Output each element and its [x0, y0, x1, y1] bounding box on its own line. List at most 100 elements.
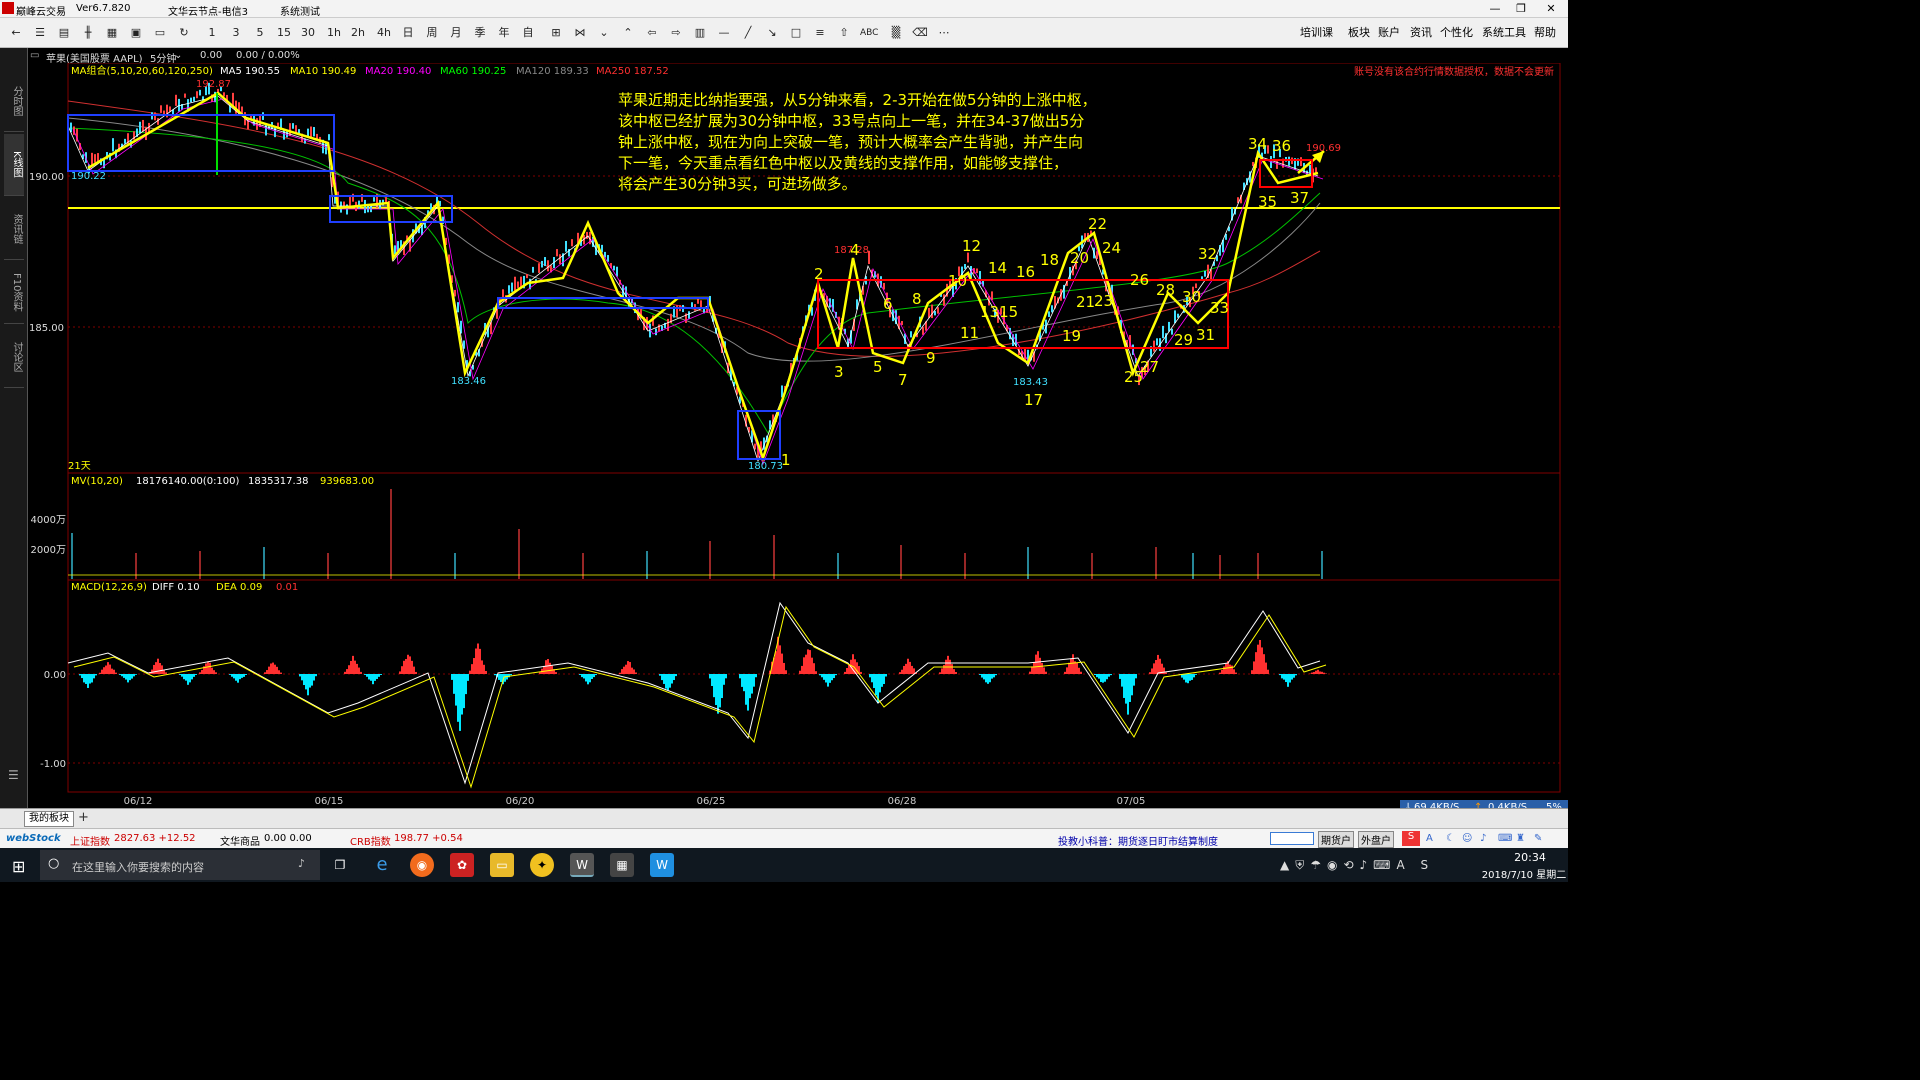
period-button-11[interactable]: 季 [472, 24, 488, 42]
kline-chart-area[interactable]: 190.00 185.00 4000万 2000万 0.00 -1.00 06/12 06/1… [28, 63, 1568, 808]
chart-icon[interactable]: ▤ [56, 24, 72, 42]
tab-discussion[interactable]: 讨论区 [4, 326, 24, 388]
period-button-12[interactable]: 年 [496, 24, 512, 42]
period-button-0[interactable]: 1 [204, 24, 220, 42]
crb-index-label[interactable]: CRB指数 [350, 833, 391, 848]
ma-group-label[interactable]: MA组合(5,10,20,60,120,250) [71, 64, 213, 77]
save-icon[interactable]: ▭ [152, 24, 168, 42]
moon-icon[interactable]: ☾ [1446, 833, 1455, 844]
menu-item-3[interactable]: 资讯 [1410, 24, 1432, 42]
ray-icon[interactable]: ↘ [764, 24, 780, 42]
period-button-5[interactable]: 1h [326, 24, 342, 42]
close-button[interactable]: ✕ [1540, 1, 1562, 16]
edge-icon[interactable]: e [370, 853, 394, 877]
menu-item-0[interactable]: 培训课 [1300, 24, 1333, 42]
period-button-13[interactable]: 自 [520, 24, 536, 42]
tab-f10[interactable]: F10资料 [4, 262, 24, 324]
search-input[interactable] [1270, 832, 1314, 845]
menu-item-4[interactable]: 个性化 [1440, 24, 1473, 42]
annotation-line-4: 将会产生30分钟3买，可进场做多。 [618, 175, 857, 193]
edu-tip[interactable]: 投教小科普：期货逐日盯市结算制度 [1058, 833, 1218, 848]
eraser-icon[interactable]: ⌫ [912, 24, 928, 42]
period-button-3[interactable]: 15 [276, 24, 292, 42]
calculator-icon[interactable]: ▦ [610, 853, 634, 877]
tab-kline[interactable]: K线图 [4, 134, 24, 196]
overseas-account-button[interactable]: 外盘户 [1358, 831, 1394, 848]
prev-icon[interactable]: ⇦ [644, 24, 660, 42]
restore-button[interactable]: ❐ [1510, 1, 1532, 16]
arrow-up-icon[interactable]: ⇧ [836, 24, 852, 42]
menu-item-6[interactable]: 帮助 [1534, 24, 1556, 42]
minimize-button[interactable]: — [1484, 1, 1506, 16]
app-yellow-icon[interactable]: ✦ [530, 853, 554, 877]
tab-news-chain[interactable]: 资讯链 [4, 198, 24, 260]
refresh-icon[interactable]: ↻ [176, 24, 192, 42]
menu-item-1[interactable]: 板块 [1348, 24, 1370, 42]
tab-timeshare[interactable]: 分时图 [4, 70, 24, 132]
tab-my-sector[interactable]: 我的板块 [24, 811, 74, 827]
rect-icon[interactable]: □ [788, 24, 804, 42]
period-button-6[interactable]: 2h [350, 24, 366, 42]
grid-icon[interactable]: ▦ [104, 24, 120, 42]
period-button-7[interactable]: 4h [376, 24, 392, 42]
browser-icon[interactable]: ◉ [410, 853, 434, 877]
candle [1162, 325, 1164, 339]
trend-line-icon[interactable]: ╱ [740, 24, 756, 42]
tools-icon[interactable]: ✎ [1534, 833, 1542, 844]
volume-legend[interactable]: MV(10,20) [71, 476, 123, 487]
book-icon[interactable]: ▥ [692, 24, 708, 42]
tag-icon: ▭ [30, 50, 40, 61]
tray-icons[interactable]: ▲⛨☂◉⟲♪⌨A S [1280, 858, 1434, 873]
mic-icon[interactable]: ♪ [298, 857, 305, 870]
app-blue-icon[interactable]: W [650, 853, 674, 877]
next-icon[interactable]: ⇨ [668, 24, 684, 42]
period-button-9[interactable]: 周 [424, 24, 440, 42]
period-button-10[interactable]: 月 [448, 24, 464, 42]
taskbar-search-box[interactable]: ○ 在这里输入你要搜索的内容 ♪ [40, 850, 320, 880]
futures-account-button[interactable]: 期货户 [1318, 831, 1354, 848]
period-button-4[interactable]: 30 [300, 24, 316, 42]
emoji-icon[interactable]: ☺ [1462, 833, 1472, 844]
task-view-icon[interactable]: ❐ [328, 853, 352, 877]
kline-icon[interactable]: ╫ [80, 24, 96, 42]
period-button-1[interactable]: 3 [228, 24, 244, 42]
sogou-ime-icon[interactable]: S [1402, 831, 1420, 846]
fill-icon[interactable]: ▒ [888, 24, 904, 42]
shirt-icon[interactable]: ♜ [1516, 833, 1525, 844]
menu-item-5[interactable]: 系统工具 [1482, 24, 1526, 42]
server-menu[interactable]: 文华云节点-电信3 [168, 3, 248, 18]
back-icon[interactable]: ← [8, 24, 24, 42]
more-icon[interactable]: ⋯ [936, 24, 952, 42]
menu-item-2[interactable]: 账户 [1378, 24, 1400, 42]
system-test-menu[interactable]: 系统测试 [280, 3, 320, 18]
period-button-2[interactable]: 5 [252, 24, 268, 42]
menu-icon[interactable]: ☰ [8, 768, 19, 782]
candle [508, 285, 510, 294]
chevron-down-icon[interactable]: ⌄ [174, 50, 182, 61]
volume-ma-line [67, 574, 1321, 577]
fib-icon[interactable]: ≡ [812, 24, 828, 42]
layout-icon[interactable]: ▣ [128, 24, 144, 42]
expand-icon[interactable]: ⋈ [572, 24, 588, 42]
candle [511, 282, 513, 292]
sh-index-label[interactable]: 上证指数 [70, 833, 110, 848]
add-tab-icon[interactable]: + [78, 810, 89, 825]
zoom-icon[interactable]: ⊞ [548, 24, 564, 42]
list-icon[interactable]: ☰ [32, 24, 48, 42]
macd-axis-label-0: 0.00 [44, 670, 66, 681]
chevron-down-icon[interactable]: ⌄ [596, 24, 612, 42]
font-icon[interactable]: A [1426, 833, 1433, 844]
wh-index-label[interactable]: 文华商品 [220, 833, 260, 848]
chevron-up-icon[interactable]: ⌃ [620, 24, 636, 42]
candle [526, 274, 528, 279]
hline-icon[interactable]: — [716, 24, 732, 42]
macd-legend[interactable]: MACD(12,26,9) [71, 582, 147, 593]
wh6-app-icon[interactable]: W [570, 853, 594, 877]
mic-icon[interactable]: ♪ [1480, 833, 1486, 844]
folder-icon[interactable]: ▭ [490, 853, 514, 877]
period-button-8[interactable]: 日 [400, 24, 416, 42]
text-tool-button[interactable]: ABC [860, 24, 878, 42]
keyboard-icon[interactable]: ⌨ [1498, 833, 1512, 844]
app-red-icon[interactable]: ✿ [450, 853, 474, 877]
windows-start-icon[interactable]: ⊞ [12, 857, 25, 876]
